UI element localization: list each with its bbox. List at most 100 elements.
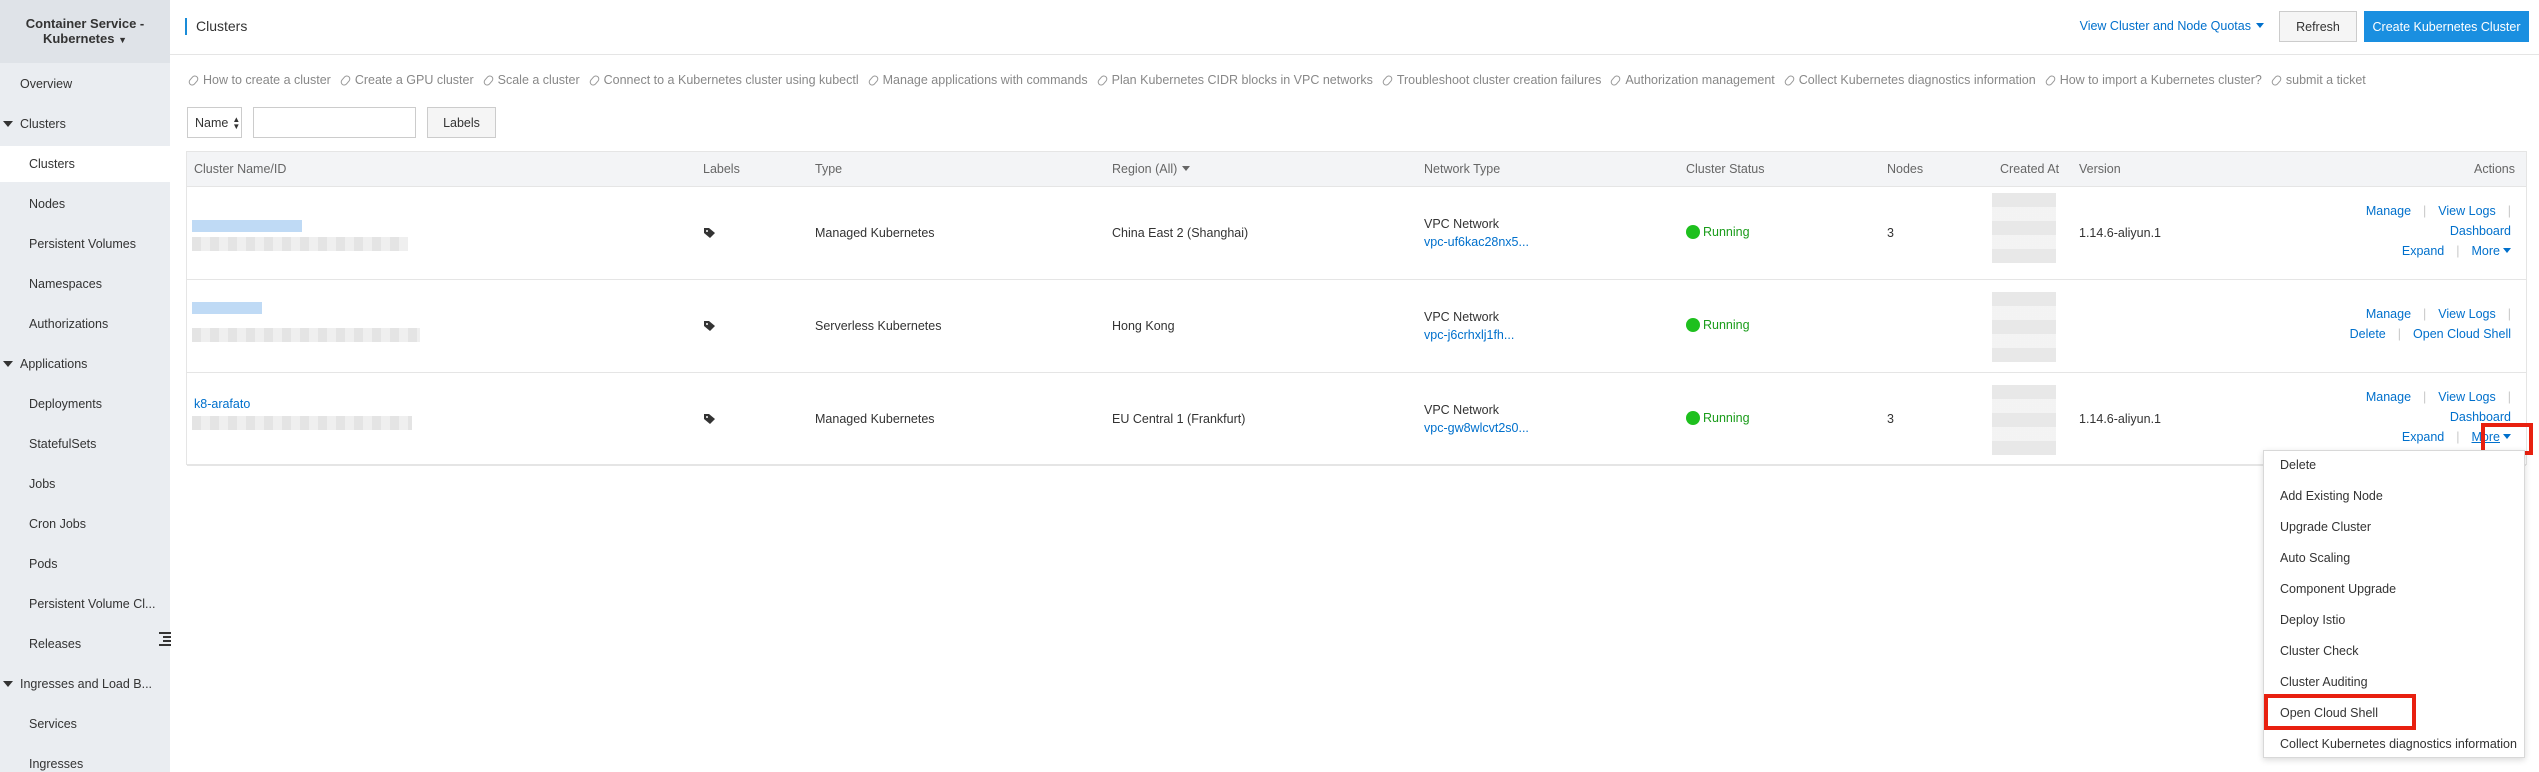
col-region[interactable]: Region (All) [1112,162,1191,176]
sidebar-item-services[interactable]: Services [0,706,170,742]
view-logs-link[interactable]: View Logs [2438,390,2495,404]
link-icon [1095,73,1109,87]
cluster-id-redacted [192,416,412,430]
sidebar-item-statefulsets[interactable]: StatefulSets [0,426,170,462]
manage-link[interactable]: Manage [2366,204,2411,218]
help-link[interactable]: Scale a cluster [481,68,580,92]
sidebar-item-deployments[interactable]: Deployments [0,386,170,422]
quota-link[interactable]: View Cluster and Node Quotas [2080,19,2264,33]
sidebar-item-ingresses[interactable]: Ingresses [0,746,170,772]
cluster-name-redacted[interactable] [192,302,262,314]
menu-item-deploy-istio[interactable]: Deploy Istio [2280,613,2345,627]
labels-button[interactable]: Labels [427,107,496,138]
sidebar-group-clusters[interactable]: Clusters [0,106,170,142]
link-icon [866,73,880,87]
vpc-link[interactable]: vpc-j6crhxlj1fh... [1424,328,1514,342]
chevron-down-icon: ▼ [118,34,128,45]
row-actions: Manage | View Logs | Delete | Open Cloud Shel… [2349,307,2511,341]
app-title[interactable]: Container Service - Kubernetes ▼ [0,0,170,63]
tags-icon[interactable] [703,413,717,425]
chevron-down-icon [2256,23,2264,28]
dashboard-link[interactable]: Dashboard [2450,410,2511,424]
sidebar-item-persistent-volume-claims[interactable]: Persistent Volume Cl... [0,586,170,622]
open-cloud-shell-link[interactable]: Open Cloud Shell [2413,327,2511,341]
network-type: VPC Network [1424,217,1500,231]
dashboard-link[interactable]: Dashboard [2450,224,2511,238]
caret-down-icon [3,121,13,127]
sidebar-item-clusters[interactable]: Clusters [0,146,170,182]
sidebar-item-pods[interactable]: Pods [0,546,170,582]
cluster-version: 1.14.6-aliyun.1 [2079,226,2162,240]
col-labels: Labels [703,162,740,176]
menu-item-collect-diagnostics[interactable]: Collect Kubernetes diagnostics informati… [2280,737,2517,751]
cluster-id-redacted [192,328,420,342]
link-icon [587,73,601,87]
create-cluster-button[interactable]: Create Kubernetes Cluster [2364,11,2529,42]
cluster-name-redacted[interactable] [192,220,302,232]
filter-field-select[interactable]: Name ▲ ▼ [187,107,242,138]
status-badge: Running [1686,318,1750,332]
vpc-link[interactable]: vpc-gw8wlcvt2s0... [1424,421,1529,435]
running-dot-icon [1686,225,1700,239]
sidebar-group-applications[interactable]: Applications [0,346,170,382]
view-logs-link[interactable]: View Logs [2438,204,2495,218]
sidebar-item-authorizations[interactable]: Authorizations [0,306,170,342]
menu-item-cluster-auditing[interactable]: Cluster Auditing [2280,675,2368,689]
cluster-name-link[interactable]: k8-arafato [194,397,250,411]
link-icon [1381,73,1394,87]
running-dot-icon [1686,318,1700,332]
table-header: Cluster Name/ID Labels Type Region (All)… [187,152,2526,187]
sidebar-group-ingresses[interactable]: Ingresses and Load B... [0,666,170,702]
created-at-redacted [1992,193,2056,263]
col-network: Network Type [1424,162,1501,176]
caret-down-icon [3,681,13,687]
help-link[interactable]: Authorization management [1609,68,1775,92]
menu-item-delete[interactable]: Delete [2280,458,2316,472]
sidebar-item-overview[interactable]: Overview [0,66,170,102]
search-input[interactable] [253,107,416,138]
help-link[interactable]: Plan Kubernetes CIDR blocks in VPC netwo… [1095,68,1373,92]
tags-icon[interactable] [703,227,717,239]
manage-link[interactable]: Manage [2366,390,2411,404]
help-link[interactable]: How to import a Kubernetes cluster? [2043,68,2262,92]
menu-item-add-existing-node[interactable]: Add Existing Node [2280,489,2383,503]
col-status: Cluster Status [1686,162,1765,176]
status-badge: Running [1686,225,1750,239]
sidebar-item-persistent-volumes[interactable]: Persistent Volumes [0,226,170,262]
col-version: Version [2079,162,2121,176]
node-count: 3 [1887,226,1894,240]
help-link[interactable]: submit a ticket [2270,68,2366,92]
menu-item-upgrade-cluster[interactable]: Upgrade Cluster [2280,520,2371,534]
expand-link[interactable]: Expand [2402,244,2444,258]
refresh-button[interactable]: Refresh [2279,11,2357,42]
sidebar-item-releases[interactable]: Releases [0,626,170,662]
more-link[interactable]: More [2472,244,2511,258]
sidebar-item-namespaces[interactable]: Namespaces [0,266,170,302]
delete-link[interactable]: Delete [2350,327,2386,341]
help-link[interactable]: Troubleshoot cluster creation failures [1381,68,1601,92]
menu-item-component-upgrade[interactable]: Component Upgrade [2280,582,2396,596]
help-link[interactable]: Manage applications with commands [866,68,1088,92]
top-bar: Clusters View Cluster and Node Quotas Re… [170,0,2539,55]
help-link[interactable]: Collect Kubernetes diagnostics informati… [1783,68,2036,92]
sidebar-item-cron-jobs[interactable]: Cron Jobs [0,506,170,542]
vpc-link[interactable]: vpc-uf6kac28nx5... [1424,235,1529,249]
col-name: Cluster Name/ID [194,162,287,176]
link-icon [339,73,352,87]
help-link[interactable]: How to create a cluster [187,68,331,92]
col-type: Type [815,162,843,176]
sidebar-item-nodes[interactable]: Nodes [0,186,170,222]
link-icon [1783,73,1796,87]
menu-item-cluster-check[interactable]: Cluster Check [2280,644,2359,658]
help-link[interactable]: Connect to a Kubernetes cluster using ku… [587,68,859,92]
row-actions: Manage | View Logs | Dashboard Expand | More [2365,204,2511,258]
page-title: Clusters [185,18,247,35]
manage-link[interactable]: Manage [2366,307,2411,321]
expand-link[interactable]: Expand [2402,430,2444,444]
collapse-sidebar-icon[interactable] [159,630,171,646]
sidebar-item-jobs[interactable]: Jobs [0,466,170,502]
menu-item-auto-scaling[interactable]: Auto Scaling [2280,551,2350,565]
help-link[interactable]: Create a GPU cluster [339,68,474,92]
view-logs-link[interactable]: View Logs [2438,307,2495,321]
tags-icon[interactable] [703,320,717,332]
